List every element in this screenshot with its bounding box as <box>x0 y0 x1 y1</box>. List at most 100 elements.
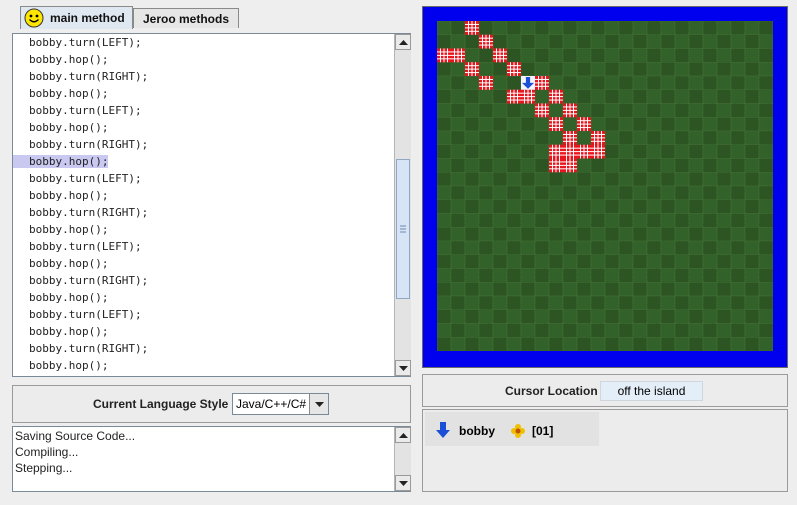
grass-cell <box>506 158 522 173</box>
grass-cell <box>660 89 676 104</box>
grass-cell <box>744 130 760 146</box>
grass-cell <box>702 240 718 256</box>
scroll-up-button[interactable] <box>395 34 411 50</box>
code-line[interactable]: bobby.hop(); <box>13 325 394 342</box>
code-line[interactable]: bobby.turn(LEFT); <box>13 104 394 121</box>
up-arrow-icon <box>398 432 408 438</box>
grass-cell <box>576 89 592 104</box>
grass-cell <box>660 254 676 269</box>
code-editor[interactable]: bobby.turn(LEFT); bobby.hop(); bobby.turn(… <box>12 33 411 377</box>
code-line[interactable]: bobby.hop(); <box>13 291 394 308</box>
grass-cell <box>436 130 452 146</box>
grass-cell <box>562 226 578 242</box>
dropdown-button[interactable] <box>309 394 328 414</box>
tab-jeroo-methods[interactable]: Jeroo methods <box>133 8 239 28</box>
grass-cell <box>534 336 550 352</box>
grass-cell <box>590 281 606 297</box>
message-console[interactable]: Saving Source Code... Compiling... Stepp… <box>12 426 411 492</box>
code-line-text: bobby.hop(); <box>29 53 109 66</box>
code-line[interactable]: bobby.hop(); <box>13 223 394 240</box>
grass-cell <box>436 103 452 118</box>
code-line[interactable]: bobby.hop(); <box>13 189 394 206</box>
code-line[interactable]: bobby.turn(RIGHT); <box>13 138 394 155</box>
grass-cell <box>618 20 634 36</box>
code-line[interactable]: bobby.turn(LEFT); <box>13 308 394 325</box>
code-line-text: bobby.turn(RIGHT); <box>29 206 149 219</box>
grass-cell <box>618 75 634 91</box>
grass-cell <box>758 226 774 242</box>
console-scrollbar[interactable] <box>394 427 411 491</box>
scroll-thumb[interactable] <box>396 159 410 299</box>
scroll-down-button[interactable] <box>395 360 411 376</box>
tab-main-method-label: main method <box>50 11 125 25</box>
grass-cell <box>450 199 466 214</box>
grass-cell <box>744 20 760 36</box>
scroll-up-button[interactable] <box>395 427 411 443</box>
grass-cell <box>758 61 774 77</box>
scroll-down-button[interactable] <box>395 475 411 491</box>
code-line-text: bobby.hop(); <box>29 121 109 134</box>
grass-cell <box>436 199 452 214</box>
net-cell <box>549 117 563 131</box>
grass-cell <box>632 185 648 201</box>
code-line-text: bobby.hop(); <box>29 359 109 372</box>
net-cell <box>535 76 549 90</box>
net-cell <box>493 48 507 63</box>
grass-cell <box>744 336 760 352</box>
grass-cell <box>590 240 606 256</box>
grass-cell <box>562 281 578 297</box>
grass-cell <box>730 61 746 77</box>
code-line[interactable]: bobby.turn(RIGHT); <box>13 206 394 223</box>
grass-cell <box>450 213 466 228</box>
grass-cell <box>506 254 522 269</box>
grass-cell <box>436 336 452 352</box>
grass-cell <box>464 309 480 324</box>
grass-cell <box>436 171 452 187</box>
grass-cell <box>520 295 536 311</box>
code-line[interactable]: bobby.hop(); <box>13 53 394 70</box>
code-line[interactable]: bobby.turn(RIGHT); <box>13 274 394 291</box>
grass-cell <box>758 323 774 338</box>
island-view[interactable] <box>422 6 788 368</box>
grass-cell <box>562 75 578 91</box>
grass-cell <box>674 309 690 324</box>
code-line[interactable]: bobby.turn(RIGHT); <box>13 70 394 87</box>
grass-cell <box>436 61 452 77</box>
grass-cell <box>478 20 494 36</box>
grass-cell <box>730 89 746 104</box>
grass-cell <box>744 281 760 297</box>
language-select[interactable]: Java/C++/C# <box>232 393 329 415</box>
code-line[interactable]: bobby.turn(LEFT); <box>13 240 394 257</box>
grass-cell <box>506 103 522 118</box>
grass-cell <box>618 185 634 201</box>
code-line[interactable]: bobby.hop(); <box>13 257 394 274</box>
code-line[interactable]: bobby.hop(); <box>13 121 394 138</box>
grass-cell <box>436 309 452 324</box>
editor-scrollbar[interactable] <box>394 34 411 376</box>
code-line[interactable]: bobby.hop(); <box>13 359 394 376</box>
grass-cell <box>618 295 634 311</box>
grass-cell <box>548 226 564 242</box>
net-cell <box>521 89 535 104</box>
tab-main-method[interactable]: main method <box>20 6 133 29</box>
grass-cell <box>646 34 662 49</box>
grass-cell <box>576 158 592 173</box>
grass-cell <box>632 323 648 338</box>
code-line-text: bobby.hop(); <box>29 325 109 338</box>
grass-cell <box>632 48 648 63</box>
code-line-text: bobby.hop(); <box>29 291 109 304</box>
code-line[interactable]: bobby.turn(LEFT); <box>13 36 394 53</box>
grass-cell <box>758 48 774 63</box>
grass-cell <box>660 20 676 36</box>
code-line[interactable]: bobby.turn(LEFT); <box>13 172 394 189</box>
net-cell <box>591 131 605 145</box>
grass-cell <box>660 336 676 352</box>
island-grid[interactable] <box>436 20 774 352</box>
code-line[interactable]: bobby.turn(RIGHT); <box>13 342 394 359</box>
code-line[interactable]: bobby.hop(); <box>13 155 394 172</box>
grass-cell <box>450 295 466 311</box>
grass-cell <box>702 213 718 228</box>
grass-cell <box>702 281 718 297</box>
code-lines[interactable]: bobby.turn(LEFT); bobby.hop(); bobby.turn(… <box>13 34 394 376</box>
code-line[interactable]: bobby.hop(); <box>13 87 394 104</box>
